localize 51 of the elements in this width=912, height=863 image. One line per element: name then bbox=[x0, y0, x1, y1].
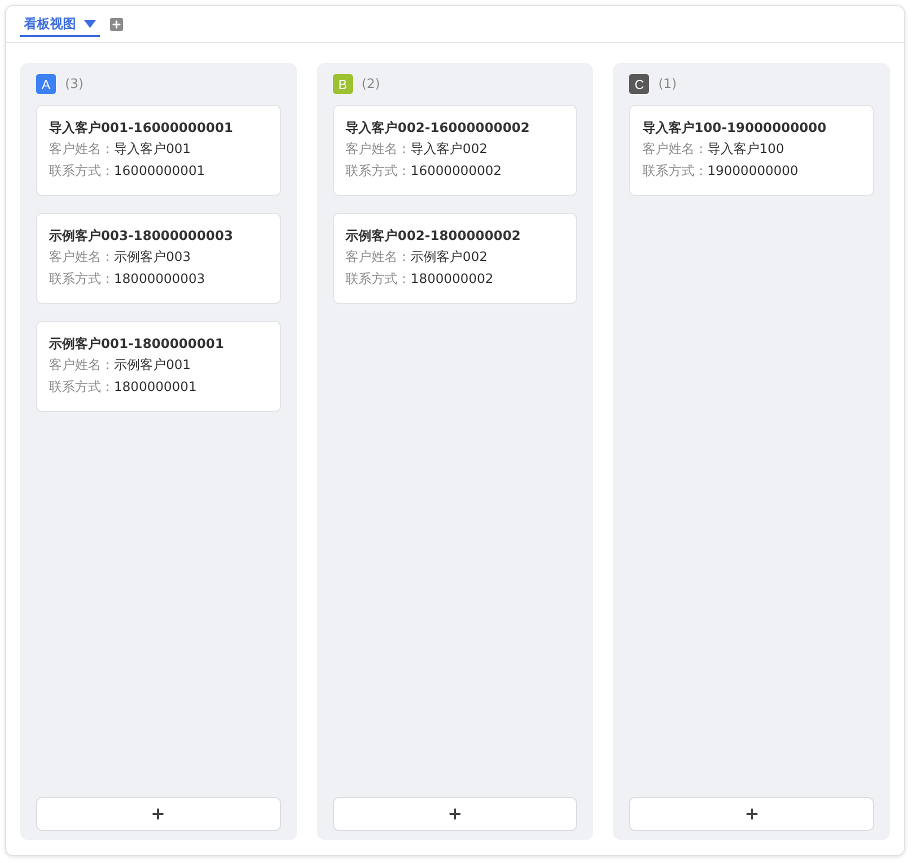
customer-card[interactable]: 示例客户001-1800000001 客户姓名：示例客户001 联系方式：1800000001 bbox=[36, 321, 281, 412]
card-count: (2) bbox=[362, 76, 380, 92]
field-value: 1800000002 bbox=[410, 271, 494, 289]
customer-card[interactable]: 导入客户001-16000000001 客户姓名：导入客户001 联系方式：16000000001 bbox=[36, 105, 281, 196]
field-label: 客户姓名： bbox=[346, 141, 411, 159]
card-count: (3) bbox=[65, 76, 84, 92]
add-card-button[interactable] bbox=[36, 797, 281, 831]
field-value: 16000000001 bbox=[114, 163, 205, 181]
card-title: 导入客户100-19000000000 bbox=[642, 120, 828, 138]
field-label: 客户姓名： bbox=[346, 249, 411, 267]
field-label: 客户姓名： bbox=[49, 357, 114, 375]
field-label: 联系方式： bbox=[642, 163, 708, 181]
caret-icon bbox=[84, 20, 96, 28]
card-title: 示例客户003-18000000003 bbox=[49, 228, 234, 246]
field-value: 16000000002 bbox=[410, 163, 502, 181]
card-count: (1) bbox=[658, 76, 677, 92]
field-label: 客户姓名： bbox=[49, 141, 114, 159]
field-value: 导入客户001 bbox=[114, 141, 191, 159]
plus-icon bbox=[447, 806, 463, 822]
column-badge: B bbox=[332, 74, 353, 94]
plus-icon bbox=[150, 806, 166, 822]
customer-card[interactable]: 导入客户002-16000000002 客户姓名：导入客户002 联系方式：16000000002 bbox=[332, 105, 578, 196]
field-value: 示例客户002 bbox=[410, 249, 488, 267]
field-label: 客户姓名： bbox=[49, 249, 114, 267]
field-label: 客户姓名： bbox=[642, 141, 708, 159]
customer-card[interactable]: 示例客户002-1800000002 客户姓名：示例客户002 联系方式：1800000002 bbox=[332, 213, 578, 304]
customer-card[interactable]: 导入客户100-19000000000 客户姓名：导入客户100 联系方式：19000000000 bbox=[629, 105, 874, 196]
field-label: 联系方式： bbox=[49, 379, 114, 397]
card-title: 示例客户002-1800000002 bbox=[346, 228, 522, 246]
card-title: 导入客户001-16000000001 bbox=[49, 120, 234, 138]
field-label: 联系方式： bbox=[346, 163, 411, 181]
column-badge: A bbox=[36, 74, 56, 94]
field-value: 导入客户100 bbox=[707, 141, 784, 159]
field-value: 1800000001 bbox=[114, 379, 197, 397]
field-label: 联系方式： bbox=[49, 163, 114, 181]
field-value: 19000000000 bbox=[707, 163, 798, 181]
column-badge: C bbox=[629, 74, 650, 94]
add-card-button[interactable] bbox=[332, 797, 578, 831]
field-value: 导入客户002 bbox=[410, 141, 488, 159]
add-card-button[interactable] bbox=[629, 797, 874, 831]
view-tab[interactable]: 看板视图 bbox=[20, 11, 100, 37]
card-title: 导入客户002-16000000002 bbox=[346, 120, 531, 138]
field-label: 联系方式： bbox=[346, 271, 411, 289]
field-value: 示例客户001 bbox=[114, 357, 191, 375]
customer-card[interactable]: 示例客户003-18000000003 客户姓名：示例客户003 联系方式：18000000003 bbox=[36, 213, 281, 304]
field-value: 示例客户003 bbox=[114, 249, 191, 267]
field-label: 联系方式： bbox=[49, 271, 114, 289]
add-view-icon[interactable] bbox=[110, 18, 123, 30]
card-title: 示例客户001-1800000001 bbox=[49, 336, 225, 354]
field-value: 18000000003 bbox=[114, 271, 205, 289]
plus-icon bbox=[744, 806, 760, 822]
